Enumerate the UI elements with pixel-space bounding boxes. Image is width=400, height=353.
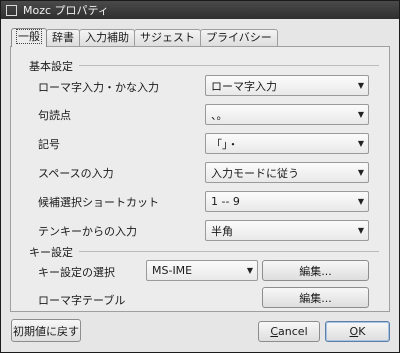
title-bar[interactable]: Mozc プロパティ bbox=[1, 1, 399, 19]
general-tab-panel: 基本設定 ローマ字入力・かな入力 ローマ字入力 ▼ 句読点 、。 ▼ 記号 「」… bbox=[10, 46, 390, 312]
romaji-kana-select[interactable]: ローマ字入力 ▼ bbox=[205, 75, 369, 96]
dropdown-arrow-icon: ▼ bbox=[357, 197, 365, 206]
space-input-label: スペースの入力 bbox=[38, 167, 114, 180]
romaji-kana-value: ローマ字入力 bbox=[211, 79, 277, 93]
keymap-edit-button[interactable]: 編集... bbox=[262, 260, 369, 281]
tab-privacy[interactable]: プライバシー bbox=[200, 29, 278, 47]
dropdown-arrow-icon: ▼ bbox=[246, 266, 254, 275]
punctuation-label: 句読点 bbox=[38, 109, 71, 122]
candidate-shortcut-select[interactable]: 1 -- 9 ▼ bbox=[205, 191, 369, 212]
punctuation-value: 、。 bbox=[211, 108, 228, 122]
space-input-select[interactable]: 入力モードに従う ▼ bbox=[205, 162, 369, 183]
dropdown-arrow-icon: ▼ bbox=[357, 168, 365, 177]
window-icon[interactable] bbox=[6, 4, 17, 16]
tab-privacy-label: プライバシー bbox=[206, 31, 272, 44]
keymap-select[interactable]: MS-IME ▼ bbox=[146, 260, 258, 281]
symbol-select[interactable]: 「」・ ▼ bbox=[205, 133, 369, 154]
dropdown-arrow-icon: ▼ bbox=[357, 139, 365, 148]
keymap-value: MS-IME bbox=[152, 264, 193, 277]
tab-general-label: 一般 bbox=[16, 29, 42, 44]
tab-dictionary[interactable]: 辞書 bbox=[46, 29, 80, 47]
tab-suggest-label: サジェスト bbox=[140, 31, 195, 44]
tab-general[interactable]: 一般 bbox=[11, 28, 47, 47]
dropdown-arrow-icon: ▼ bbox=[357, 81, 365, 90]
candidate-shortcut-label: 候補選択ショートカット bbox=[38, 196, 159, 209]
cancel-mnemonic: C bbox=[270, 325, 279, 338]
numpad-input-select[interactable]: 半角 ▼ bbox=[205, 220, 369, 241]
space-input-value: 入力モードに従う bbox=[211, 166, 299, 180]
romaji-kana-label: ローマ字入力・かな入力 bbox=[38, 81, 159, 94]
numpad-input-label: テンキーからの入力 bbox=[38, 225, 137, 238]
reset-defaults-button[interactable]: 初期値に戻す bbox=[11, 319, 81, 342]
cancel-label: ancel bbox=[278, 325, 308, 338]
romaji-table-label: ローマ字テーブル bbox=[38, 294, 126, 307]
tab-bar: 一般 辞書 入力補助 サジェスト プライバシー bbox=[11, 28, 278, 47]
symbol-value: 「」・ bbox=[211, 137, 239, 151]
ok-mnemonic: O bbox=[349, 325, 359, 338]
tab-dictionary-label: 辞書 bbox=[52, 31, 74, 44]
symbol-label: 記号 bbox=[38, 138, 60, 151]
key-settings-divider bbox=[79, 251, 379, 252]
basic-settings-divider bbox=[79, 65, 379, 66]
candidate-shortcut-value: 1 -- 9 bbox=[211, 195, 240, 208]
cancel-button[interactable]: Cancel bbox=[258, 321, 320, 342]
basic-settings-heading: 基本設定 bbox=[29, 60, 73, 73]
dropdown-arrow-icon: ▼ bbox=[357, 226, 365, 235]
ok-label: K bbox=[358, 325, 366, 338]
punctuation-select[interactable]: 、。 ▼ bbox=[205, 104, 369, 125]
properties-window: Mozc プロパティ 一般 辞書 入力補助 サジェスト プライバシー 基本設定 … bbox=[0, 0, 400, 353]
tab-suggest[interactable]: サジェスト bbox=[134, 29, 201, 47]
tab-input-assist-label: 入力補助 bbox=[85, 31, 129, 44]
ok-button[interactable]: OK bbox=[325, 321, 390, 342]
tab-input-assist[interactable]: 入力補助 bbox=[79, 29, 135, 47]
keymap-label: キー設定の選択 bbox=[38, 266, 115, 279]
dropdown-arrow-icon: ▼ bbox=[357, 110, 365, 119]
numpad-input-value: 半角 bbox=[211, 224, 233, 238]
window-title: Mozc プロパティ bbox=[23, 4, 109, 17]
romaji-table-edit-button[interactable]: 編集... bbox=[262, 287, 369, 308]
key-settings-heading: キー設定 bbox=[29, 246, 73, 259]
